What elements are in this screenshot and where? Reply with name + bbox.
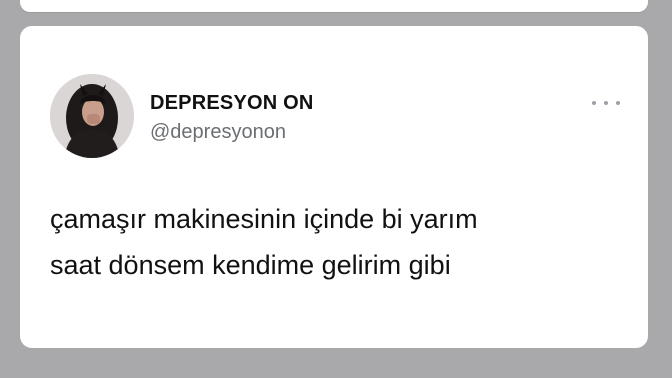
user-handle[interactable]: @depresyonon <box>150 121 286 144</box>
previous-tweet-card <box>20 0 648 12</box>
tweet-card[interactable]: DEPRESYON ON @depresyonon çamaşır makine… <box>20 26 648 348</box>
avatar[interactable] <box>50 74 134 158</box>
dot-icon <box>616 101 620 105</box>
tweet-text-line: saat dönsem kendime gelirim gibi <box>50 250 451 280</box>
display-name[interactable]: DEPRESYON ON <box>150 92 314 115</box>
avatar-photo-icon <box>50 74 134 158</box>
tweet-text-line: çamaşır makinesinin içinde bi yarım <box>50 204 478 234</box>
tweet-text: çamaşır makinesinin içinde bi yarım saat… <box>50 196 610 288</box>
dot-icon <box>592 101 596 105</box>
more-options-icon[interactable] <box>592 96 620 110</box>
dot-icon <box>604 101 608 105</box>
